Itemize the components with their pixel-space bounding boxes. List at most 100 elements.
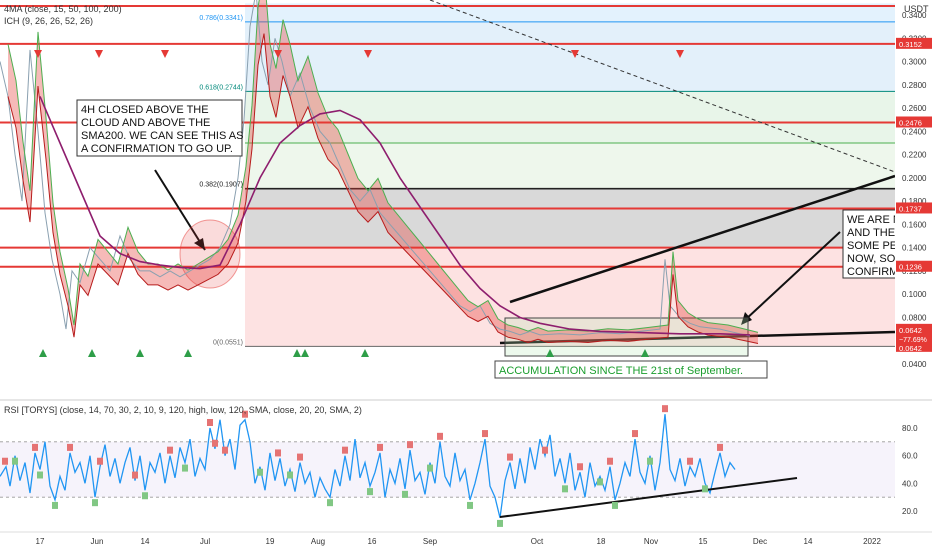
current-price-change: −77.69%	[899, 337, 927, 344]
time-tick-label: Nov	[644, 537, 658, 546]
rsi-overbought-marker	[377, 443, 383, 451]
rsi-oversold-marker	[52, 501, 58, 509]
price-tick-label: 0.1600	[902, 220, 927, 229]
rsi-overbought-marker	[275, 449, 281, 457]
rsi-overbought-marker	[342, 446, 348, 454]
time-tick-label: 14	[141, 537, 150, 546]
sell-signal-marker	[161, 50, 169, 58]
rsi-oversold-marker	[612, 501, 618, 509]
rsi-overbought-marker	[132, 471, 138, 479]
rsi-overbought-marker	[407, 441, 413, 449]
rsi-overbought-marker	[222, 446, 228, 454]
rsi-oversold-marker	[597, 478, 603, 486]
price-tick-label: 0.2800	[902, 81, 927, 90]
rsi-overbought-marker	[607, 457, 613, 465]
time-tick-label: Sep	[423, 537, 438, 546]
annotation-text-right: SOME PE	[847, 240, 897, 252]
rsi-overbought-marker	[297, 453, 303, 461]
rsi-tick-label: 60.0	[902, 452, 918, 461]
price-tick-label: 0.2200	[902, 151, 927, 160]
rsi-oversold-marker	[562, 485, 568, 493]
buy-signal-marker	[301, 349, 309, 357]
price-tag: 0.1737	[899, 204, 922, 213]
annotation-text-left: SMA200. WE CAN SEE THIS AS	[81, 130, 243, 142]
rsi-oversold-marker	[12, 457, 18, 465]
rsi-oversold-marker	[287, 471, 293, 479]
rsi-oversold-marker	[327, 499, 333, 507]
accumulation-label: ACCUMULATION SINCE THE 21st of September…	[499, 365, 743, 377]
indicator-ich-label: ICH (9, 26, 26, 52, 26)	[4, 16, 93, 26]
time-tick-label: Jun	[91, 537, 104, 546]
price-tick-label: 0.2000	[902, 174, 927, 183]
annotation-text-right: CONFIRM	[847, 266, 898, 278]
annotation-text-right: NOW, SO	[847, 253, 896, 265]
time-tick-label: Jul	[200, 537, 210, 546]
rsi-overbought-marker	[482, 430, 488, 438]
rsi-overbought-marker	[207, 419, 213, 426]
time-tick-label: Oct	[531, 537, 544, 546]
price-tick-label: 0.0400	[902, 360, 927, 369]
price-tick-label: 0.0800	[902, 313, 927, 322]
time-tick-label: Aug	[311, 537, 325, 546]
current-price-label: 0.0642	[899, 344, 922, 353]
buy-signal-marker	[361, 349, 369, 357]
trading-chart: 0.786(0.3341)0.618(0.2744)0.382(0.1907)0…	[0, 0, 932, 546]
sell-signal-marker	[95, 50, 103, 58]
buy-signal-marker	[39, 349, 47, 357]
time-tick-label: 19	[266, 537, 275, 546]
annotation-text-left: 4H CLOSED ABOVE THE	[81, 104, 209, 116]
buy-signal-marker	[88, 349, 96, 357]
rsi-overbought-marker	[97, 457, 103, 465]
price-tag: 0.3152	[899, 40, 922, 49]
rsi-oversold-marker	[497, 519, 503, 527]
time-tick-label: 17	[36, 537, 45, 546]
time-axis: 17 Jun 14 Jul 19 Aug 16 Sep Oct 18 Nov 15 Dec 14 2022	[0, 531, 932, 546]
rsi-oversold-marker	[702, 485, 708, 493]
rsi-overbought-marker	[662, 405, 668, 413]
rsi-oversold-marker	[647, 457, 653, 465]
buy-signal-marker	[136, 349, 144, 357]
rsi-oversold-marker	[92, 499, 98, 507]
time-tick-label: 15	[699, 537, 708, 546]
rsi-oversold-marker	[182, 464, 188, 472]
rsi-oversold-marker	[402, 490, 408, 498]
fib-zone-382	[245, 188, 895, 248]
buy-signal-marker	[184, 349, 192, 357]
rsi-overbought-marker	[437, 432, 443, 440]
time-tick-label: 2022	[863, 537, 881, 546]
price-tick-label: 0.3000	[902, 58, 927, 67]
rsi-indicator-label: RSI [TORYS] (close, 14, 70, 30, 2, 10, 9…	[4, 405, 362, 415]
indicator-ma-label: 4MA (close, 15, 50, 100, 200)	[4, 4, 122, 14]
rsi-overbought-marker	[542, 446, 548, 454]
rsi-oversold-marker	[367, 488, 373, 496]
rsi-overbought-marker	[717, 443, 723, 451]
price-tick-label: 0.2600	[902, 104, 927, 113]
price-tick-label: 0.1000	[902, 290, 927, 299]
rsi-tick-label: 20.0	[902, 507, 918, 516]
price-tick-label: 0.2400	[902, 127, 927, 136]
fib-zone-618	[245, 91, 895, 143]
rsi-overbought-marker	[2, 457, 8, 465]
annotation-text-left: CLOUD AND ABOVE THE	[81, 117, 210, 129]
time-tick-label: Dec	[753, 537, 767, 546]
rsi-band	[0, 441, 895, 498]
time-tick-label: 18	[597, 537, 606, 546]
annotation-text-right: WE ARE N	[847, 214, 901, 226]
rsi-oversold-marker	[37, 471, 43, 479]
rsi-overbought-marker	[507, 453, 513, 461]
rsi-tick-label: 80.0	[902, 424, 918, 433]
rsi-overbought-marker	[212, 439, 218, 447]
fib-level-label: 0.618(0.2744)	[199, 84, 243, 91]
fib-level-label: 0(0.0551)	[213, 339, 243, 346]
quote-currency: USDT	[904, 4, 929, 14]
rsi-overbought-marker	[67, 443, 73, 451]
fib-level-label: 0.786(0.3341)	[199, 15, 243, 22]
price-tag: 0.2476	[899, 118, 922, 127]
rsi-tick-label: 40.0	[902, 479, 918, 488]
rsi-oversold-marker	[257, 468, 263, 476]
current-price-label: 0.0642	[899, 326, 922, 335]
buy-signal-marker	[293, 349, 301, 357]
rsi-oversold-marker	[427, 464, 433, 472]
price-tag: 0.1236	[899, 263, 922, 272]
time-tick-label: 14	[804, 537, 813, 546]
